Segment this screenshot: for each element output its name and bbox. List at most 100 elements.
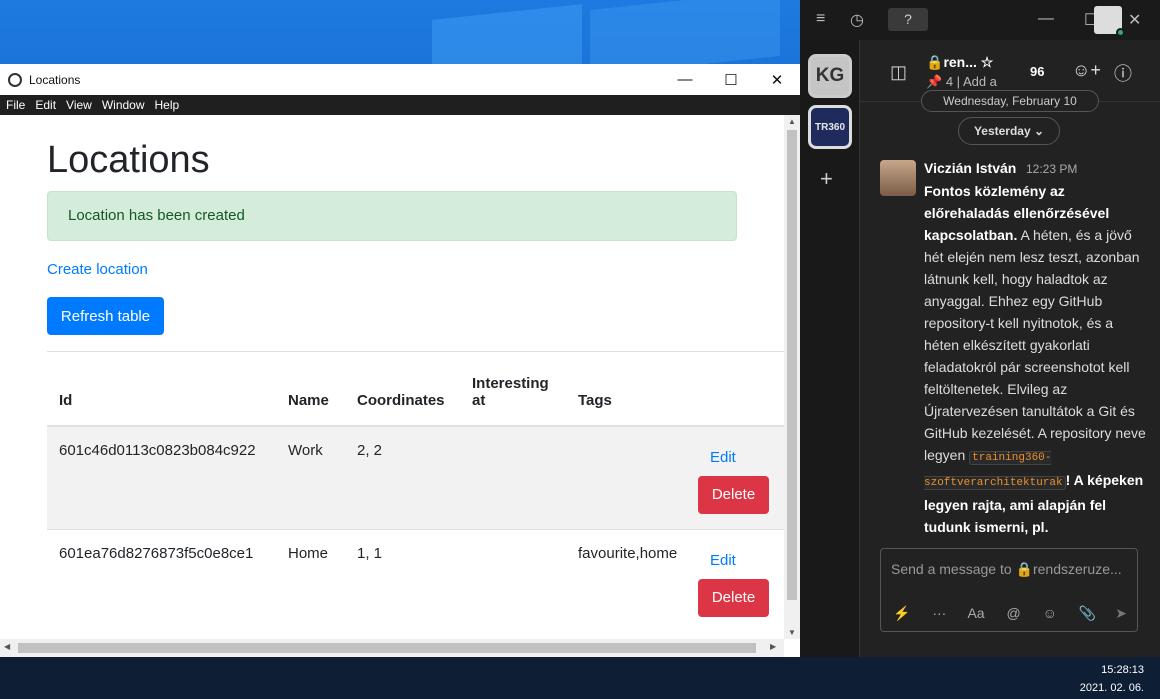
message-input[interactable]: Send a message to 🔒rendszeruze... bbox=[891, 561, 1122, 578]
chevron-down-icon: ⌄ bbox=[1034, 124, 1045, 138]
message-list: Viczián István 12:23 PM Fontos közlemény… bbox=[860, 150, 1160, 547]
message-author[interactable]: Viczián István bbox=[924, 160, 1016, 176]
cell-coordinates: 2, 2 bbox=[345, 425, 460, 529]
refresh-table-button[interactable]: Refresh table bbox=[47, 297, 164, 335]
cell-actions: Edit Delete bbox=[698, 425, 784, 529]
system-clock[interactable]: 15:28:13 2021. 02. 06. bbox=[1080, 661, 1144, 697]
channel-name-text: ren... bbox=[943, 54, 977, 70]
delete-button[interactable]: Delete bbox=[698, 475, 769, 514]
cell-id: 601c46d0113c0823b084c922 bbox=[47, 425, 276, 529]
formatting-icon[interactable]: Aa bbox=[967, 605, 984, 621]
horizontal-scroll-thumb[interactable] bbox=[18, 643, 756, 653]
minimize-icon[interactable]: — bbox=[1038, 10, 1054, 28]
cell-name: Home bbox=[276, 528, 345, 632]
attachment-icon[interactable]: 📎 bbox=[1079, 605, 1096, 621]
cell-name: Work bbox=[276, 425, 345, 529]
history-clock-icon[interactable]: ◷ bbox=[850, 10, 864, 30]
channel-info-icon[interactable]: ⓘ bbox=[1114, 60, 1132, 86]
date-separator[interactable]: Yesterday ⌄ bbox=[958, 117, 1060, 145]
cell-id: 601ea76d8276873f5c0e8ce1 bbox=[47, 528, 276, 632]
message-text: A héten, és a jövő hét elején nem lesz t… bbox=[924, 227, 1146, 463]
date-separator-label: Yesterday bbox=[973, 124, 1031, 138]
channel-name[interactable]: 🔒ren... ☆ bbox=[926, 54, 993, 71]
table-row: 601c46d0113c0823b084c922 Work 2, 2 Edit … bbox=[47, 425, 784, 529]
menu-bar: File Edit View Window Help bbox=[0, 95, 800, 115]
channel-meta: 📌 4 | Add a bbox=[926, 74, 997, 89]
success-alert: Location has been created bbox=[47, 191, 737, 241]
add-header-link[interactable]: Add a bbox=[963, 74, 997, 89]
edit-link[interactable]: Edit bbox=[710, 552, 780, 569]
member-count[interactable]: 96 bbox=[1030, 64, 1044, 79]
clock-time: 15:28:13 bbox=[1101, 664, 1144, 676]
slash-command-icon[interactable]: ⚡ bbox=[893, 605, 910, 621]
menu-help[interactable]: Help bbox=[155, 98, 180, 112]
pinned-count[interactable]: 4 bbox=[946, 74, 953, 89]
favorite-star-icon[interactable]: ☆ bbox=[981, 54, 994, 70]
scroll-left-arrow-icon[interactable]: ◀ bbox=[4, 642, 10, 651]
scroll-down-arrow-icon[interactable]: ▼ bbox=[788, 628, 796, 637]
horizontal-scrollbar[interactable]: ◀ ▶ bbox=[0, 639, 784, 657]
taskbar: 15:28:13 2021. 02. 06. bbox=[0, 657, 1160, 699]
column-header-name: Name bbox=[276, 351, 345, 427]
add-team-icon[interactable]: + bbox=[820, 166, 833, 192]
clock-date: 2021. 02. 06. bbox=[1079, 682, 1144, 694]
locations-window: Locations — ☐ ✕ File Edit View Window He… bbox=[0, 64, 800, 657]
minimize-icon[interactable]: — bbox=[662, 64, 708, 95]
sidebar-toggle-icon[interactable]: ◫ bbox=[890, 62, 907, 83]
vertical-scrollbar[interactable]: ▲ ▼ bbox=[784, 115, 800, 639]
team-kg[interactable]: KG bbox=[808, 54, 852, 98]
window-title: Locations bbox=[29, 72, 81, 87]
close-icon[interactable]: ✕ bbox=[754, 64, 800, 95]
send-icon[interactable]: ➤ bbox=[1115, 605, 1127, 622]
message-time[interactable]: 12:23 PM bbox=[1026, 162, 1077, 176]
cell-coordinates: 1, 1 bbox=[345, 528, 460, 632]
chat-top-bar: ≡ ◷ ? — ☐ ✕ bbox=[800, 0, 1160, 40]
page-title: Locations bbox=[47, 139, 210, 181]
author-avatar[interactable] bbox=[880, 160, 916, 196]
cell-tags bbox=[566, 425, 698, 529]
electron-app-icon bbox=[8, 72, 22, 87]
hamburger-menu-icon[interactable]: ≡ bbox=[816, 10, 825, 28]
message-body: Fontos közlemény az előrehaladás ellenőr… bbox=[924, 180, 1150, 538]
online-status-icon bbox=[1116, 28, 1125, 37]
column-header-id: Id bbox=[47, 351, 276, 427]
date-separator: Wednesday, February 10 bbox=[921, 90, 1099, 112]
column-header-coordinates: Coordinates bbox=[345, 351, 460, 427]
locations-table: Id Name Coordinates Interesting at Tags … bbox=[47, 351, 784, 632]
table-row: 601ea76d8276873f5c0e8ce1 Home 1, 1 favou… bbox=[47, 528, 784, 632]
maximize-icon[interactable]: ☐ bbox=[708, 64, 754, 95]
delete-button[interactable]: Delete bbox=[698, 578, 769, 617]
menu-file[interactable]: File bbox=[6, 98, 25, 112]
user-avatar[interactable] bbox=[1094, 6, 1125, 37]
message-composer[interactable]: Send a message to 🔒rendszeruze... ⚡ ··· … bbox=[880, 548, 1138, 632]
column-header-tags: Tags bbox=[566, 351, 698, 427]
column-header-actions bbox=[698, 351, 784, 427]
team-sidebar: KG TR360 + bbox=[800, 40, 860, 657]
help-icon[interactable]: ? bbox=[888, 8, 928, 31]
emoji-icon[interactable]: ☺ bbox=[1043, 605, 1057, 621]
menu-window[interactable]: Window bbox=[102, 98, 145, 112]
cell-interesting-at bbox=[460, 528, 566, 632]
menu-view[interactable]: View bbox=[66, 98, 92, 112]
menu-edit[interactable]: Edit bbox=[35, 98, 56, 112]
chat-window: ≡ ◷ ? — ☐ ✕ KG TR360 + ◫ 🔒ren... ☆ 📌 4 |… bbox=[800, 0, 1160, 657]
vertical-scroll-thumb[interactable] bbox=[787, 130, 797, 600]
scroll-right-arrow-icon[interactable]: ▶ bbox=[770, 642, 776, 651]
mention-icon[interactable]: @ bbox=[1006, 605, 1020, 621]
pin-icon[interactable]: 📌 bbox=[926, 74, 942, 89]
table-header-row: Id Name Coordinates Interesting at Tags bbox=[47, 351, 784, 427]
edit-link[interactable]: Edit bbox=[710, 449, 780, 466]
team-tr360[interactable]: TR360 bbox=[808, 105, 852, 149]
column-header-interesting-at: Interesting at bbox=[460, 351, 566, 427]
create-location-link[interactable]: Create location bbox=[47, 261, 148, 278]
cell-actions: Edit Delete bbox=[698, 528, 784, 632]
scroll-up-arrow-icon[interactable]: ▲ bbox=[788, 117, 796, 126]
page-content: Locations Location has been created Crea… bbox=[0, 115, 784, 639]
cell-interesting-at bbox=[460, 425, 566, 529]
close-icon[interactable]: ✕ bbox=[1128, 10, 1141, 30]
more-options-icon[interactable]: ··· bbox=[932, 605, 946, 621]
composer-toolbar: ⚡ ··· Aa @ ☺ 📎 bbox=[893, 605, 1114, 622]
title-bar: Locations — ☐ ✕ bbox=[0, 64, 800, 95]
cell-tags: favourite,home bbox=[566, 528, 698, 632]
add-member-icon[interactable]: ☺+ bbox=[1072, 60, 1101, 81]
